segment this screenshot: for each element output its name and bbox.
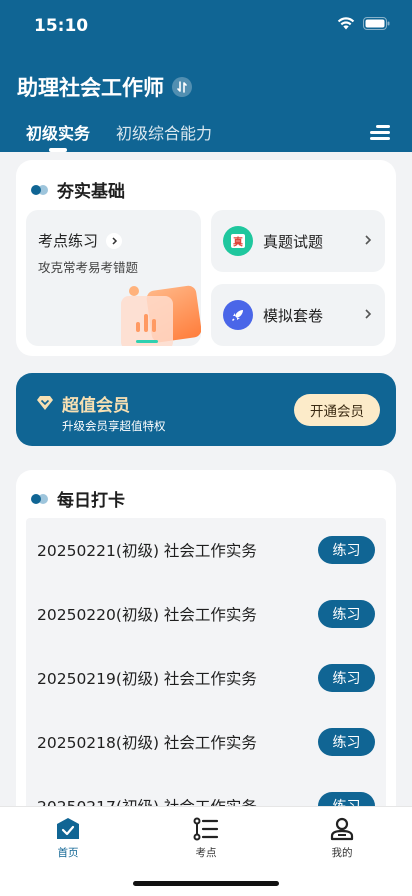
foundation-card: 夯实基础 考点练习 攻克常考易考错题 真 真题试题 模拟套卷 (16, 160, 396, 356)
list-icon (193, 817, 219, 841)
checkin-item-label: 20250221(初级) 社会工作实务 (37, 542, 257, 560)
status-icons (337, 17, 390, 30)
bar-chart-icon (136, 314, 156, 332)
practice-card[interactable]: 考点练习 攻克常考易考错题 (26, 210, 201, 346)
status-time: 15:10 (34, 16, 89, 36)
diamond-icon (37, 396, 53, 410)
tabbar-item-points[interactable]: 考点 (161, 817, 251, 860)
practice-button[interactable]: 练习 (318, 536, 375, 564)
practice-button[interactable]: 练习 (318, 728, 375, 756)
page-title: 助理社会工作师 (17, 76, 164, 100)
user-icon (330, 817, 354, 841)
tabbar-item-mine[interactable]: 我的 (297, 817, 387, 860)
chevron-right-icon (106, 232, 123, 249)
practice-title: 考点练习 (38, 232, 99, 250)
chevron-right-icon (365, 235, 372, 245)
section-dots-icon (31, 184, 49, 195)
real-exam-icon-text: 真 (233, 236, 243, 249)
switch-exam-icon[interactable] (172, 77, 192, 97)
daily-checkin-section-title: 每日打卡 (31, 486, 125, 511)
rocket-icon (223, 300, 253, 330)
vip-banner[interactable]: 超值会员 升级会员享超值特权 开通会员 (16, 373, 396, 446)
checkin-item-label: 20250220(初级) 社会工作实务 (37, 606, 257, 624)
daily-checkin-title: 每日打卡 (57, 491, 125, 511)
practice-button[interactable]: 练习 (318, 600, 375, 628)
app-title-row[interactable]: 助理社会工作师 (17, 72, 192, 102)
foundation-section-title: 夯实基础 (31, 177, 125, 202)
list-item: 20250218(初级) 社会工作实务 练习 (26, 710, 386, 774)
open-membership-button[interactable]: 开通会员 (294, 394, 380, 426)
tabbar-item-home[interactable]: 首页 (23, 817, 113, 860)
practice-button[interactable]: 练习 (318, 664, 375, 692)
checkin-item-label: 20250218(初级) 社会工作实务 (37, 734, 257, 752)
tabbar-label-mine: 我的 (331, 847, 353, 859)
header: 15:10 助理社会工作师 初级实务 初级综合能力 (0, 0, 412, 152)
list-item: 20250221(初级) 社会工作实务 练习 (26, 518, 386, 582)
status-bar: 15:10 (0, 0, 412, 54)
tabbar-label-home: 首页 (57, 847, 79, 859)
menu-icon[interactable] (370, 125, 390, 141)
practice-title-row: 考点练习 (38, 230, 123, 251)
list-item: 20250220(初级) 社会工作实务 练习 (26, 582, 386, 646)
checkin-list: 20250221(初级) 社会工作实务 练习 20250220(初级) 社会工作… (26, 518, 386, 838)
practice-subtitle: 攻克常考易考错题 (38, 260, 139, 275)
home-icon (57, 818, 79, 839)
chevron-right-icon (365, 309, 372, 319)
illustration-line (136, 340, 158, 343)
section-dots-icon (31, 493, 49, 504)
battery-icon (363, 17, 390, 30)
tab-primary-comprehensive[interactable]: 初级综合能力 (116, 120, 212, 152)
subject-tabs: 初级实务 初级综合能力 (26, 120, 212, 152)
vip-title: 超值会员 (62, 396, 130, 416)
mock-exam-label: 模拟套卷 (263, 306, 324, 325)
real-exam-icon: 真 (223, 226, 253, 256)
checkin-item-label: 20250219(初级) 社会工作实务 (37, 670, 257, 688)
foundation-title: 夯实基础 (57, 182, 125, 202)
illustration-dot (129, 286, 139, 296)
vip-subtitle: 升级会员享超值特权 (62, 419, 166, 433)
list-item: 20250219(初级) 社会工作实务 练习 (26, 646, 386, 710)
mock-exam-card[interactable]: 模拟套卷 (211, 284, 385, 346)
tab-primary-practice[interactable]: 初级实务 (26, 120, 90, 152)
tabbar-label-points: 考点 (195, 847, 217, 859)
real-exam-card[interactable]: 真 真题试题 (211, 210, 385, 272)
home-indicator (133, 881, 279, 886)
wifi-icon (337, 17, 355, 30)
real-exam-label: 真题试题 (263, 232, 324, 251)
